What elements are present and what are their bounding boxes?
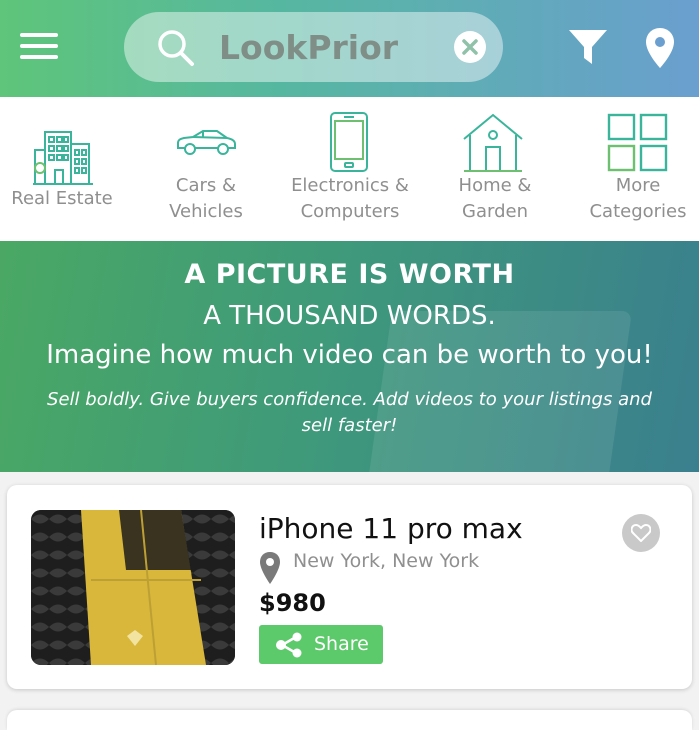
banner-title: A PICTURE IS WORTH <box>184 259 515 290</box>
listing-title[interactable]: iPhone 11 pro max <box>259 512 523 545</box>
category-electronics-computers[interactable]: Electronics & Computers <box>283 97 417 241</box>
category-real-estate[interactable]: Real Estate <box>0 97 124 241</box>
grid-icon <box>607 113 668 172</box>
share-icon <box>276 632 302 658</box>
listing-card-next[interactable] <box>7 710 692 730</box>
category-label: Electronics & Computers <box>291 175 409 222</box>
category-label: Real Estate <box>11 188 113 209</box>
heart-icon <box>631 524 651 542</box>
share-button[interactable]: Share <box>259 625 383 664</box>
category-cars-vehicles[interactable]: Cars & Vehicles <box>140 97 272 241</box>
filter-icon[interactable] <box>568 27 608 67</box>
house-icon <box>463 113 523 172</box>
listing-price: $980 <box>259 589 326 617</box>
category-home-garden[interactable]: Home & Garden <box>440 97 550 241</box>
search-icon <box>158 30 194 66</box>
category-bar: Real Estate Cars & Vehicles Electronics … <box>0 97 699 241</box>
favorite-button[interactable] <box>622 514 660 552</box>
clear-search-button[interactable] <box>454 31 486 63</box>
phone-icon <box>330 112 368 172</box>
phone-photo-image <box>31 510 235 665</box>
category-label: Home & Garden <box>458 175 532 222</box>
category-label: Cars & Vehicles <box>169 175 243 222</box>
category-label: More Categories <box>589 175 687 222</box>
share-label: Share <box>314 633 369 655</box>
banner-tagline: Imagine how much video can be worth to y… <box>46 340 653 370</box>
location-pin-icon <box>260 552 280 584</box>
promo-banner[interactable]: A PICTURE IS WORTH A THOUSAND WORDS. Ima… <box>0 241 699 472</box>
app-header <box>0 0 699 97</box>
banner-note: Sell boldly. Give buyers confidence. Add… <box>47 389 652 436</box>
location-pin-icon[interactable] <box>645 27 675 69</box>
listing-thumbnail[interactable] <box>31 510 235 665</box>
car-icon <box>177 130 236 155</box>
listing-location: New York, New York <box>293 550 480 572</box>
menu-button[interactable] <box>20 31 60 61</box>
search-input[interactable] <box>219 25 439 69</box>
banner-subtitle: A THOUSAND WORDS. <box>203 301 496 331</box>
listing-card[interactable]: iPhone 11 pro max New York, New York $98… <box>7 485 692 689</box>
search-bar[interactable] <box>124 12 503 82</box>
building-icon <box>33 131 93 185</box>
clear-icon <box>462 39 478 55</box>
category-more[interactable]: More Categories <box>580 97 696 241</box>
